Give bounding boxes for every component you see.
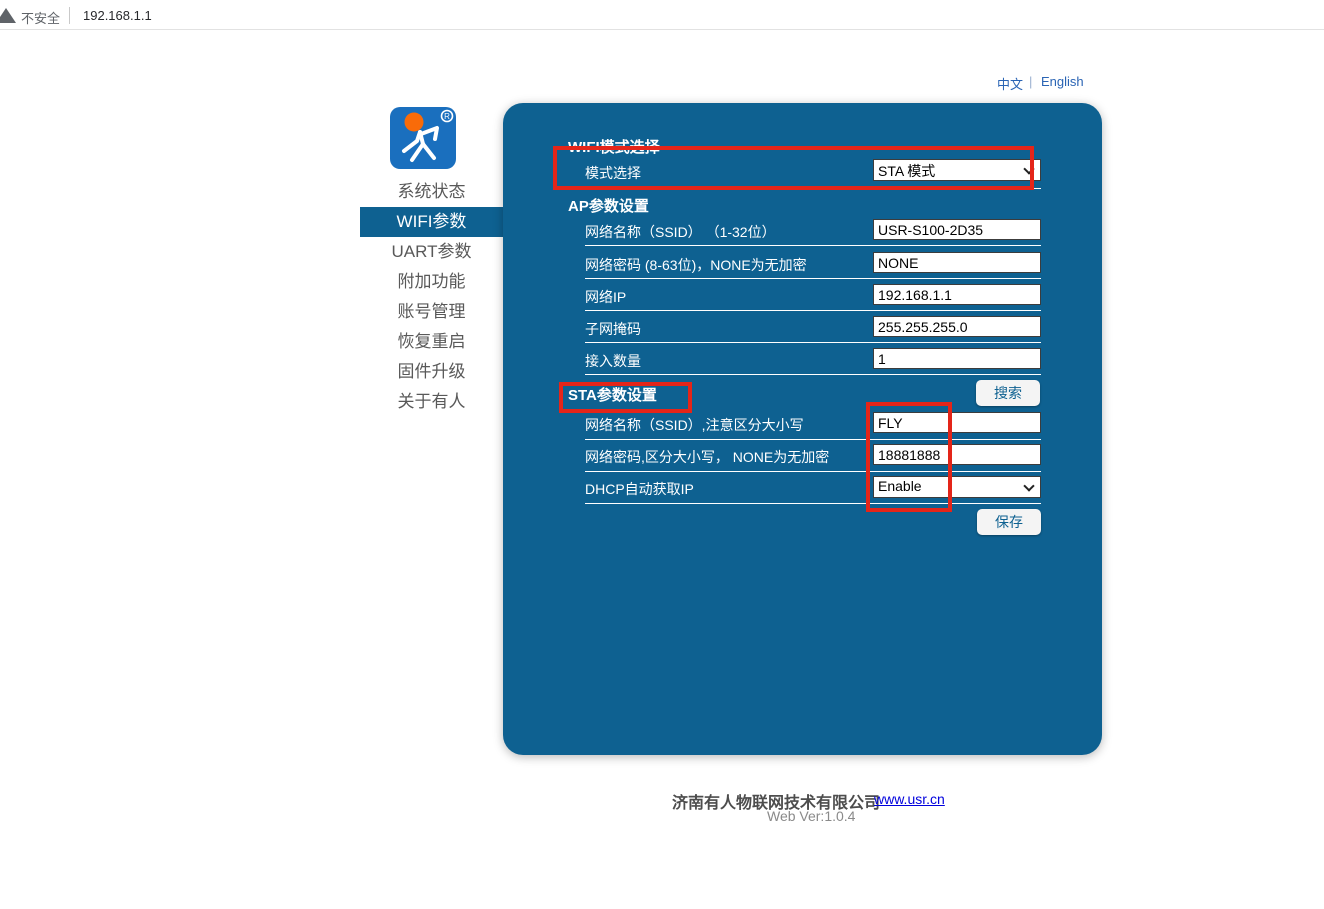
sta-ssid-label: 网络名称（SSID）,注意区分大小写: [585, 415, 804, 435]
language-link-chinese[interactable]: 中文: [997, 74, 1023, 93]
sidebar-item-extra-functions[interactable]: 附加功能: [360, 267, 503, 297]
ap-max-clients-label: 接入数量: [585, 351, 641, 371]
sidebar-item-account-management[interactable]: 账号管理: [360, 297, 503, 327]
mode-select-label: 模式选择: [585, 163, 641, 183]
sidebar-menu: 系统状态 WIFI参数 UART参数 附加功能 账号管理 恢复重启 固件升级 关…: [360, 177, 503, 417]
wifi-mode-section-title: WIFI模式选择: [568, 136, 660, 157]
sidebar-item-uart-params[interactable]: UART参数: [360, 237, 503, 267]
sta-ssid-input[interactable]: [873, 412, 1041, 433]
address-bar-divider: [69, 7, 70, 24]
language-separator: |: [1029, 74, 1032, 89]
save-button[interactable]: 保存: [977, 509, 1041, 535]
usr-logo: R: [390, 107, 456, 169]
row-divider: [585, 374, 1041, 375]
ap-section-title: AP参数设置: [568, 195, 649, 216]
security-warning-label[interactable]: 不安全: [21, 8, 60, 27]
sta-section-title: STA参数设置: [568, 384, 657, 405]
ap-password-label: 网络密码 (8-63位)，NONE为无加密: [585, 255, 807, 275]
sidebar-item-about-usr[interactable]: 关于有人: [360, 387, 503, 417]
row-divider: [585, 310, 1041, 311]
mode-select[interactable]: STA 模式: [873, 159, 1041, 181]
row-divider: [585, 471, 1041, 472]
sidebar-item-firmware-upgrade[interactable]: 固件升级: [360, 357, 503, 387]
url-text[interactable]: 192.168.1.1: [83, 8, 152, 23]
ap-subnet-label: 子网掩码: [585, 319, 641, 339]
row-divider: [585, 342, 1041, 343]
wifi-settings-panel: WIFI模式选择 模式选择 STA 模式 AP参数设置 网络名称（SSID） （…: [503, 103, 1102, 755]
dhcp-select[interactable]: Enable: [873, 476, 1041, 498]
dhcp-select-value: Enable: [878, 478, 922, 494]
sidebar-item-restore-restart[interactable]: 恢复重启: [360, 327, 503, 357]
chevron-down-icon: [1023, 163, 1034, 174]
ap-subnet-input[interactable]: [873, 316, 1041, 337]
mode-select-value: STA 模式: [878, 163, 935, 179]
ap-ssid-label: 网络名称（SSID） （1-32位）: [585, 222, 776, 242]
ap-ip-input[interactable]: [873, 284, 1041, 305]
sidebar-item-wifi-params[interactable]: WIFI参数: [360, 207, 503, 237]
sidebar-item-system-status[interactable]: 系统状态: [360, 177, 503, 207]
dhcp-label: DHCP自动获取IP: [585, 479, 694, 499]
ap-password-input[interactable]: [873, 252, 1041, 273]
ap-ssid-input[interactable]: [873, 219, 1041, 240]
svg-text:R: R: [444, 112, 450, 121]
row-divider: [585, 503, 1041, 504]
browser-address-bar: 不安全 192.168.1.1: [0, 0, 1324, 30]
ap-max-clients-input[interactable]: [873, 348, 1041, 369]
footer-web-version: Web Ver:1.0.4: [767, 808, 855, 824]
row-divider: [585, 439, 1041, 440]
sta-password-label: 网络密码,区分大小写， NONE为无加密: [585, 447, 829, 467]
row-divider: [585, 278, 1041, 279]
wifi-config-page: { "browser": { "warning": "不安全", "url": …: [0, 0, 1324, 909]
row-divider: [585, 245, 1041, 246]
row-divider: [585, 188, 1041, 189]
ap-ip-label: 网络IP: [585, 287, 626, 307]
search-button[interactable]: 搜索: [976, 380, 1040, 406]
chevron-down-icon: [1023, 480, 1034, 491]
language-link-english[interactable]: English: [1041, 74, 1084, 89]
warning-triangle-icon: [0, 8, 16, 23]
footer-website-link[interactable]: www.usr.cn: [874, 791, 945, 807]
sta-password-input[interactable]: [873, 444, 1041, 465]
